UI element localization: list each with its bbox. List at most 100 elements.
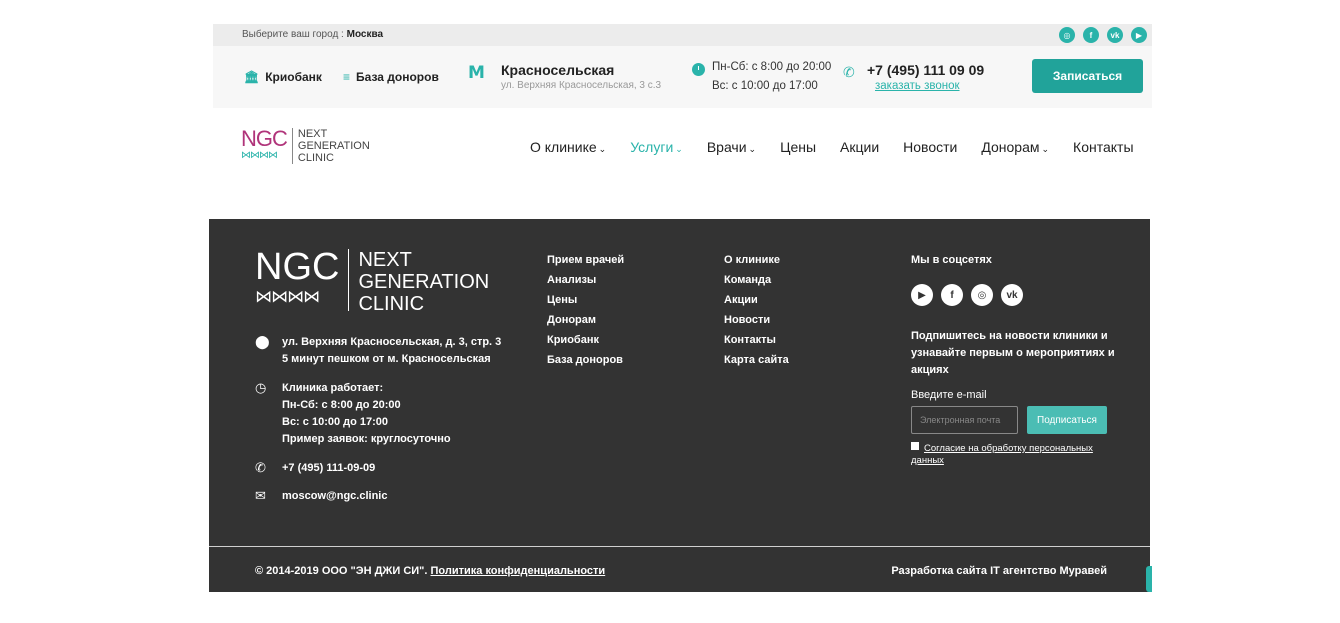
- mail-icon: ✉: [255, 489, 266, 504]
- logo-line-3: CLINIC: [297, 152, 334, 164]
- scroll-top-tab[interactable]: [1146, 566, 1152, 592]
- footer-link-prices[interactable]: Цены: [547, 290, 624, 310]
- city-value[interactable]: Москва: [347, 29, 383, 40]
- footer-logo-text: NEXT GENERATION CLINIC: [358, 249, 489, 315]
- logo-mark: NGC ⋈⋈⋈⋈: [241, 126, 288, 162]
- nav-doctors[interactable]: Врачи ⌄: [707, 139, 756, 155]
- email-input[interactable]: [911, 406, 1018, 434]
- nav-services[interactable]: Услуги ⌄: [630, 139, 683, 155]
- footer-link-team[interactable]: Команда: [724, 270, 789, 290]
- location-pin-icon: ⬤: [255, 335, 270, 350]
- footer-link-promos[interactable]: Акции: [724, 290, 789, 310]
- vk-icon[interactable]: vk: [1107, 27, 1123, 43]
- copyright: © 2014-2019 ООО "ЭН ДЖИ СИ". Политика ко…: [255, 565, 605, 577]
- logo-divider: [291, 128, 293, 164]
- footer-logo-line-1: NEXT: [358, 249, 412, 271]
- subscribe-button[interactable]: Подписаться: [1027, 406, 1107, 434]
- phone-icon: ✆: [843, 65, 855, 81]
- cryobank-link[interactable]: 🏛 Криобанк: [244, 70, 322, 84]
- database-icon: ≡: [343, 70, 351, 84]
- donor-base-label: База доноров: [356, 70, 439, 84]
- consent-checkbox[interactable]: [911, 442, 919, 450]
- footer-address-line-1: ул. Верхняя Красносельская, д. 3, стр. 3: [282, 336, 502, 348]
- footer-divider: [209, 546, 1150, 547]
- instagram-icon[interactable]: ◎: [971, 284, 993, 306]
- callback-link[interactable]: заказать звонок: [875, 80, 960, 92]
- metro-address: ул. Верхняя Красносельская, 3 с.3: [501, 80, 662, 91]
- subscribe-text: Подпишитесь на новости клиники и узнавай…: [911, 330, 1115, 376]
- bank-icon: 🏛: [244, 70, 260, 84]
- cryobank-label: Криобанк: [265, 70, 322, 84]
- footer-logo-divider: [348, 249, 350, 311]
- privacy-link[interactable]: Политика конфиденциальности: [431, 565, 606, 577]
- metro-icon: M: [468, 63, 485, 83]
- header-phone[interactable]: +7 (495) 111 09 09: [867, 62, 984, 78]
- nav-donors[interactable]: Донорам ⌄: [981, 139, 1049, 155]
- footer-link-tests[interactable]: Анализы: [547, 270, 624, 290]
- footer-link-donors[interactable]: Донорам: [547, 310, 624, 330]
- top-social-links: ◎ f vk ▶: [1059, 27, 1147, 43]
- logo-abbr: NGC: [241, 126, 288, 151]
- hours-sunday: Вс: с 10:00 до 17:00: [712, 80, 818, 92]
- signup-button[interactable]: Записаться: [1032, 59, 1143, 93]
- nav-services-label: Услуги: [630, 139, 674, 155]
- logo-text: NEXT GENERATION CLINIC: [298, 128, 370, 164]
- footer-link-sitemap[interactable]: Карта сайта: [724, 350, 789, 370]
- youtube-icon[interactable]: ▶: [911, 284, 933, 306]
- footer-email-row: ✉ moscow@ngc.clinic: [255, 488, 387, 505]
- clock-icon: [692, 63, 705, 76]
- footer-address-line-2: 5 минут пешком от м. Красносельская: [282, 353, 491, 365]
- chevron-down-icon: ⌄: [675, 145, 683, 155]
- footer-hours-3: Пример заявок: круглосуточно: [282, 433, 451, 445]
- chevron-down-icon: ⌄: [598, 145, 607, 155]
- instagram-icon[interactable]: ◎: [1059, 27, 1075, 43]
- city-prompt: Выберите ваш город :: [242, 29, 344, 40]
- city-bar: Выберите ваш город : Москва ◎ f vk ▶: [213, 24, 1152, 46]
- city-selector[interactable]: Выберите ваш город : Москва: [242, 29, 383, 40]
- footer-logo-mark: NGC ⋈⋈⋈⋈: [255, 246, 340, 307]
- footer-address: ⬤ ул. Верхняя Красносельская, д. 3, стр.…: [255, 334, 501, 368]
- nav-prices[interactable]: Цены: [780, 139, 816, 155]
- nav-about-label: О клинике: [530, 139, 597, 155]
- metro-station: Красносельская: [501, 62, 615, 78]
- youtube-icon[interactable]: ▶: [1131, 27, 1147, 43]
- facebook-icon[interactable]: f: [941, 284, 963, 306]
- facebook-icon[interactable]: f: [1083, 27, 1099, 43]
- dna-icon: ⋈⋈⋈⋈: [255, 287, 320, 306]
- email-label: Введите e-mail: [911, 389, 987, 401]
- footer-logo[interactable]: NGC ⋈⋈⋈⋈ NEXT GENERATION CLINIC: [255, 246, 489, 315]
- hours-weekdays: Пн-Сб: с 8:00 до 20:00: [712, 61, 832, 73]
- footer-link-news[interactable]: Новости: [724, 310, 789, 330]
- main-nav: О клинике ⌄ Услуги ⌄ Врачи ⌄ Цены Акции Нов…: [530, 139, 1134, 155]
- footer-hours: ◷ Клиника работает: Пн-Сб: с 8:00 до 20:…: [255, 380, 451, 448]
- chevron-down-icon: ⌄: [748, 145, 757, 155]
- nav-contacts[interactable]: Контакты: [1073, 139, 1133, 155]
- nav-doctors-label: Врачи: [706, 139, 747, 155]
- consent-link[interactable]: Согласие на обработку персональных данны…: [911, 443, 1093, 466]
- footer-link-cryobank[interactable]: Криобанк: [547, 330, 624, 350]
- footer-phone[interactable]: +7 (495) 111-09-09: [282, 460, 375, 477]
- logo-line-2: GENERATION: [297, 140, 370, 152]
- developer-credit[interactable]: Разработка сайта IT агентство Муравей: [891, 565, 1107, 577]
- footer-link-donor-base[interactable]: База доноров: [547, 350, 624, 370]
- dna-icon: ⋈⋈⋈⋈: [241, 150, 278, 161]
- info-bar: 🏛 Криобанк ≡ База доноров M Красносельск…: [213, 46, 1152, 108]
- footer-logo-abbr: NGC: [255, 246, 340, 288]
- donor-base-link[interactable]: ≡ База доноров: [343, 70, 439, 84]
- footer-link-contacts[interactable]: Контакты: [724, 330, 789, 350]
- nav-promos[interactable]: Акции: [840, 139, 879, 155]
- footer: NGC ⋈⋈⋈⋈ NEXT GENERATION CLINIC ⬤ ул. Ве…: [209, 219, 1150, 592]
- consent-checkbox-row[interactable]: Согласие на обработку персональных данны…: [911, 442, 1111, 467]
- vk-icon[interactable]: vk: [1001, 284, 1023, 306]
- footer-link-about[interactable]: О клинике: [724, 250, 789, 270]
- logo-line-1: NEXT: [297, 128, 328, 140]
- phone-icon: ✆: [255, 461, 266, 476]
- footer-link-doctors[interactable]: Прием врачей: [547, 250, 624, 270]
- chevron-down-icon: ⌄: [1041, 145, 1050, 155]
- nav-about[interactable]: О клинике ⌄: [530, 139, 606, 155]
- nav-news[interactable]: Новости: [903, 139, 957, 155]
- header-logo[interactable]: NGC ⋈⋈⋈⋈ NEXT GENERATION CLINIC: [241, 128, 370, 164]
- footer-email[interactable]: moscow@ngc.clinic: [282, 488, 387, 505]
- page: Выберите ваш город : Москва ◎ f vk ▶ 🏛 К…: [0, 0, 1340, 623]
- copyright-text: © 2014-2019 ООО "ЭН ДЖИ СИ".: [255, 565, 428, 577]
